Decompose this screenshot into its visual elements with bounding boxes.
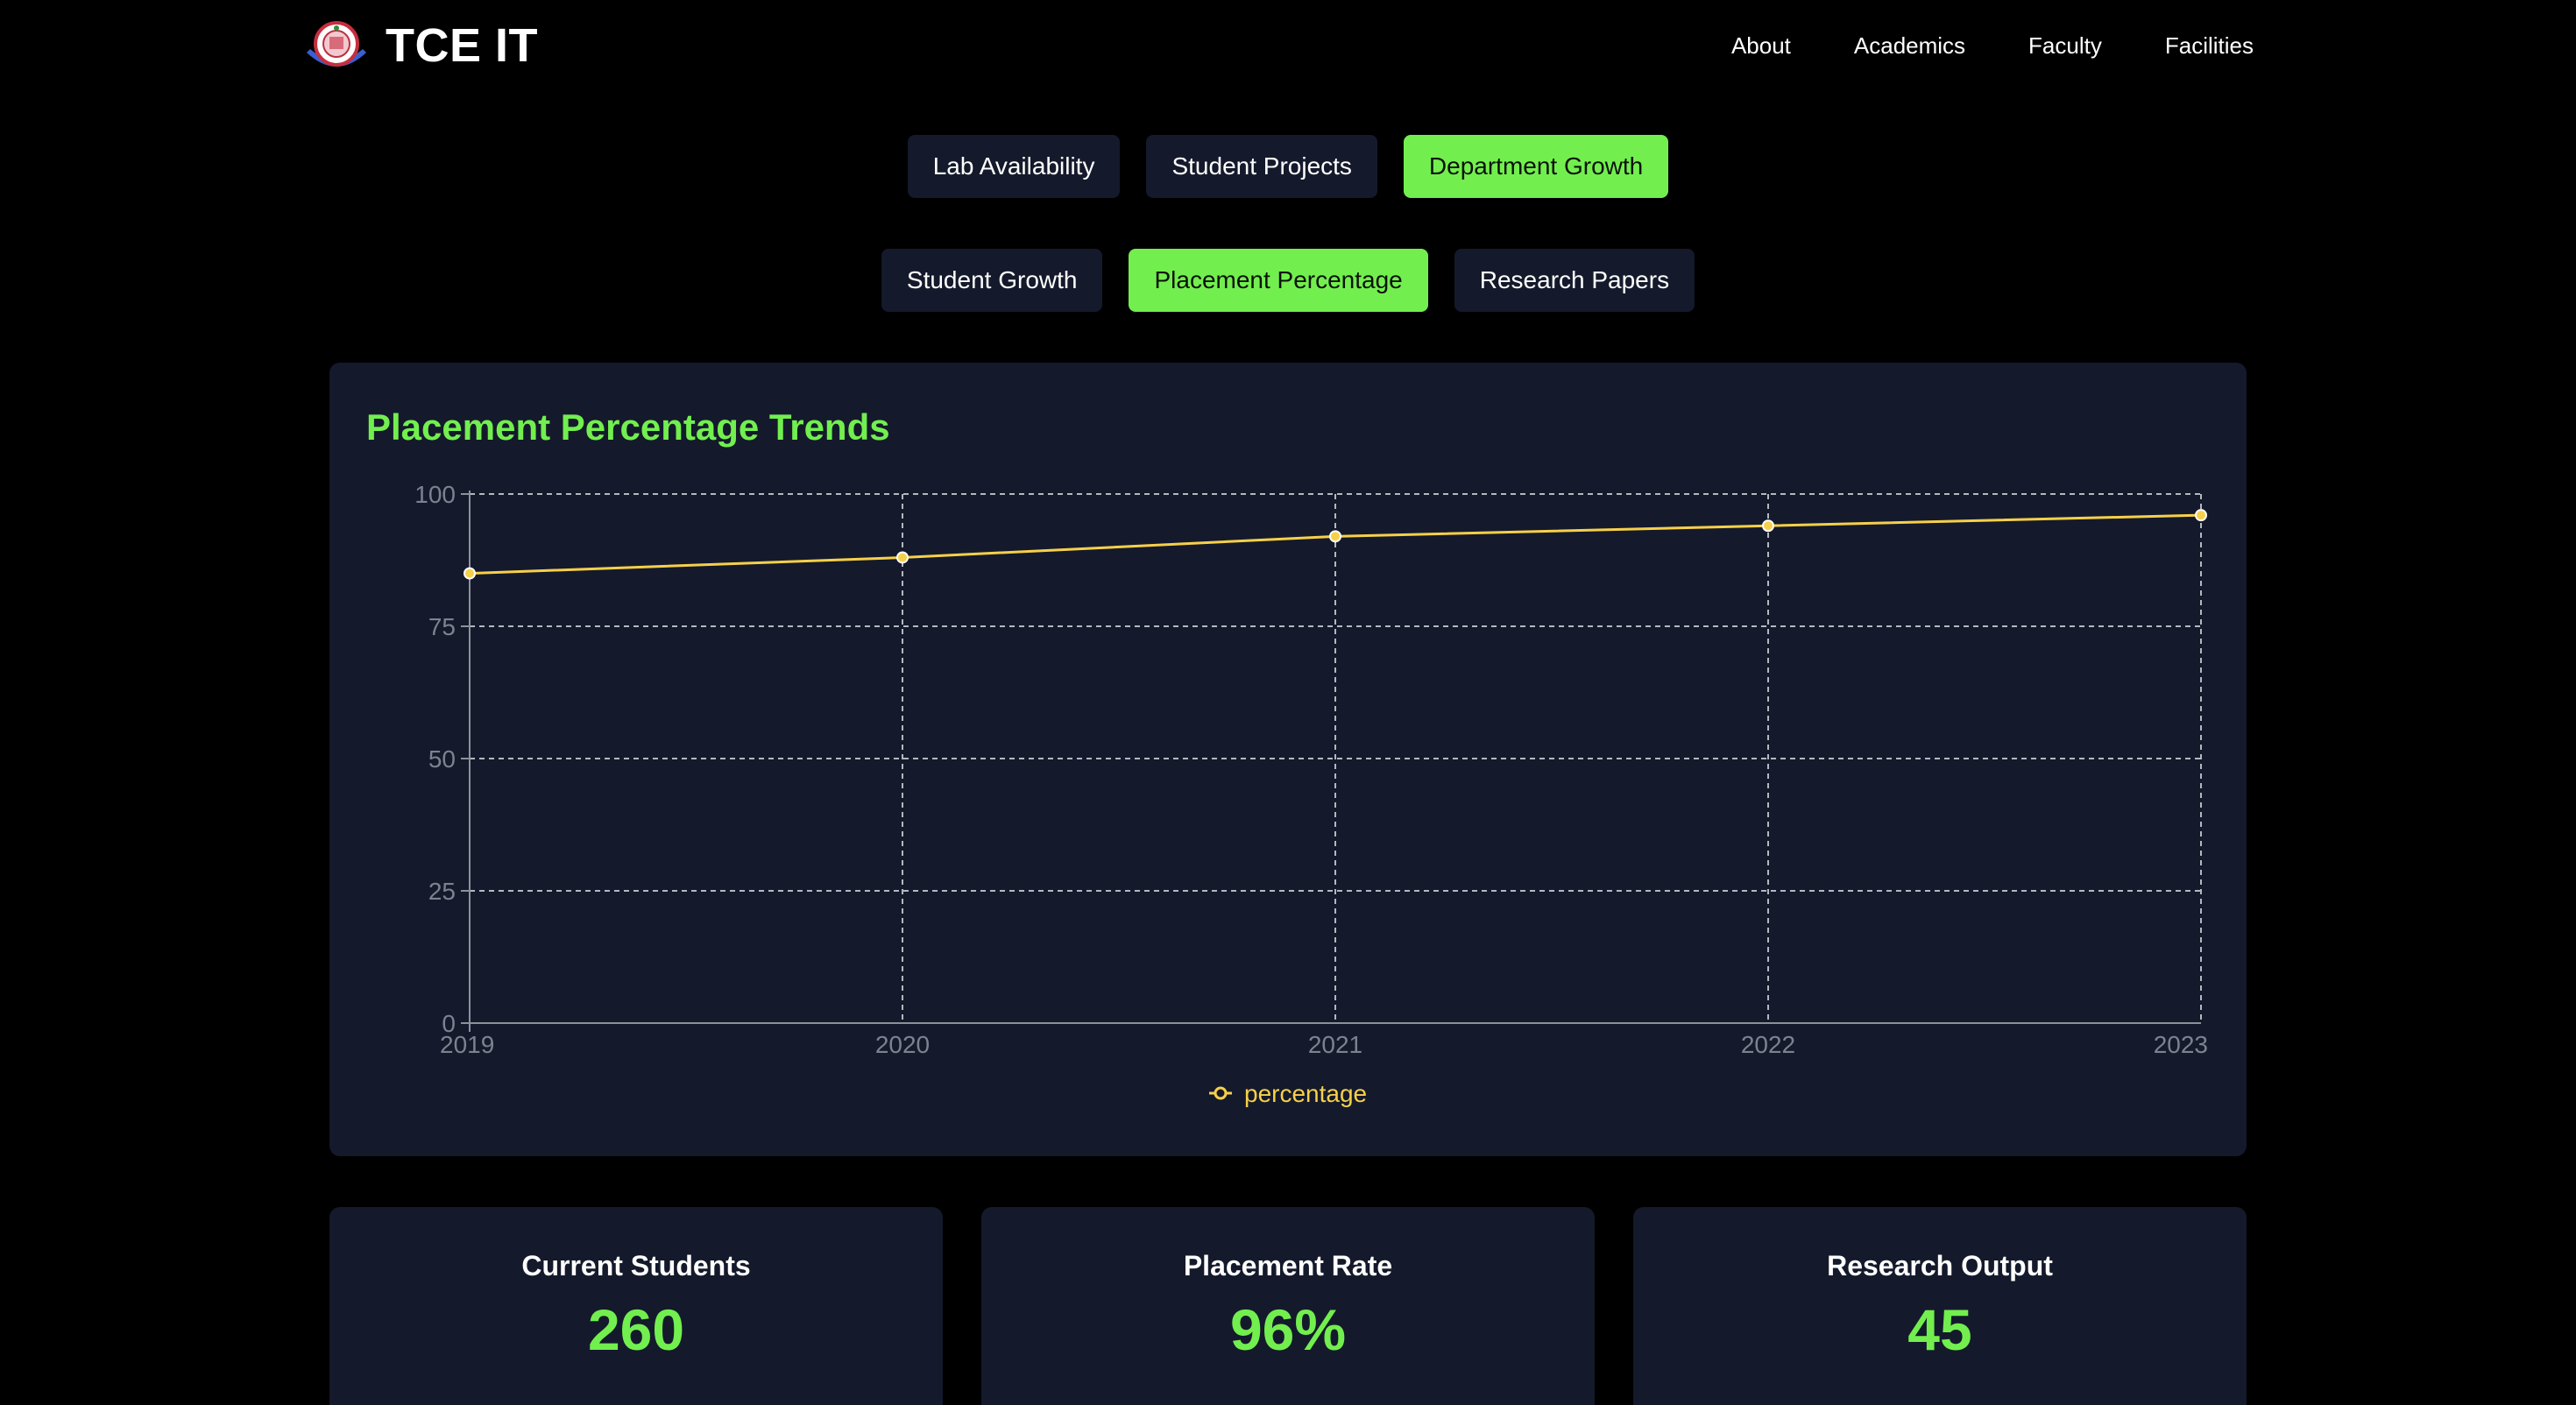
nav-link-facilities[interactable]: Facilities bbox=[2165, 28, 2254, 63]
stat-label: Placement Rate bbox=[1183, 1250, 1393, 1281]
stat-label: Research Output bbox=[1827, 1250, 2053, 1281]
legend-swatch-marker bbox=[1214, 1086, 1228, 1100]
stat-card-current-students: Current Students 260 bbox=[329, 1207, 943, 1405]
nav-link-about[interactable]: About bbox=[1731, 28, 1791, 63]
stat-card-placement-rate: Placement Rate 96% bbox=[981, 1207, 1595, 1405]
data-point bbox=[1762, 519, 1774, 533]
primary-tabs: Lab Availability Student Projects Depart… bbox=[0, 135, 2576, 198]
legend-label: percentage bbox=[1244, 1080, 1367, 1107]
page: TCE IT About Academics Faculty Facilitie… bbox=[0, 0, 2576, 1405]
x-tick-label: 2021 bbox=[1308, 1031, 1362, 1058]
college-logo-icon bbox=[307, 21, 366, 67]
x-tick-label: 2020 bbox=[875, 1031, 930, 1058]
data-point bbox=[896, 551, 909, 564]
stat-value: 96% bbox=[1229, 1297, 1347, 1362]
tab-student-projects[interactable]: Student Projects bbox=[1146, 135, 1377, 198]
college-logo[interactable] bbox=[301, 18, 372, 75]
y-tick-label: 50 bbox=[428, 745, 456, 773]
x-tick-label: 2023 bbox=[2154, 1031, 2208, 1058]
y-tick-label: 75 bbox=[428, 613, 456, 640]
secondary-tabs: Student Growth Placement Percentage Rese… bbox=[0, 249, 2576, 312]
tab-lab-availability[interactable]: Lab Availability bbox=[907, 135, 1121, 198]
top-nav: About Academics Faculty Facilities bbox=[1731, 28, 2254, 63]
stat-label: Current Students bbox=[521, 1250, 751, 1281]
nav-link-academics[interactable]: Academics bbox=[1854, 28, 1965, 63]
tab-research-papers[interactable]: Research Papers bbox=[1454, 249, 1695, 312]
y-tick-label: 25 bbox=[428, 878, 456, 905]
data-point bbox=[1329, 530, 1341, 543]
data-point bbox=[464, 567, 476, 580]
x-tick-label: 2019 bbox=[440, 1031, 494, 1058]
stat-value: 260 bbox=[587, 1297, 685, 1362]
stat-card-research-output: Research Output 45 bbox=[1633, 1207, 2247, 1405]
chart-card: Placement Percentage Trends 0 25 50 75 100 20… bbox=[329, 363, 2247, 1156]
tab-placement-percentage[interactable]: Placement Percentage bbox=[1129, 249, 1428, 312]
data-point bbox=[2195, 509, 2207, 522]
tab-student-growth[interactable]: Student Growth bbox=[881, 249, 1103, 312]
line-chart: 02550751002019 2020 2021 2022 2023percentage bbox=[414, 481, 2208, 1107]
nav-link-faculty[interactable]: Faculty bbox=[2028, 28, 2102, 63]
tab-department-growth[interactable]: Department Growth bbox=[1403, 135, 1669, 198]
y-tick-label: 100 bbox=[414, 481, 456, 508]
brand-name[interactable]: TCE IT bbox=[386, 14, 538, 77]
stat-value: 45 bbox=[1907, 1297, 1972, 1362]
x-tick-label: 2022 bbox=[1741, 1031, 1795, 1058]
header: TCE IT About Academics Faculty Facilitie… bbox=[0, 0, 2576, 93]
